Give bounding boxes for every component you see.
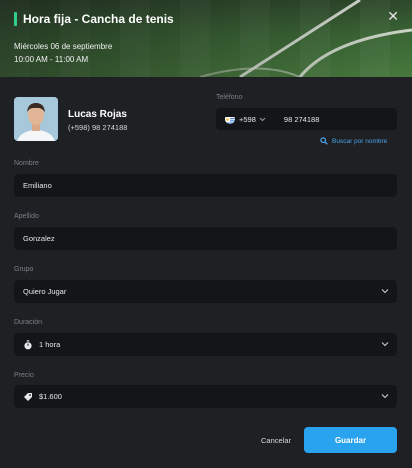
user-phone: (+598) 98 274188	[68, 123, 128, 132]
last-name-value: Gonzalez	[23, 234, 55, 243]
duration-label: Duración	[14, 319, 43, 326]
booking-time: 10:00 AM - 11:00 AM	[14, 55, 89, 64]
avatar-image	[14, 97, 58, 141]
chevron-down-icon	[259, 117, 266, 121]
search-icon	[320, 137, 328, 145]
title-accent-bar	[14, 12, 17, 26]
group-value: Quiero Jugar	[23, 287, 67, 296]
price-label: Precio	[14, 372, 34, 379]
last-name-field[interactable]: Gonzalez	[14, 227, 397, 250]
chevron-down-icon	[381, 342, 389, 347]
avatar	[14, 97, 58, 141]
search-by-name-label: Buscar por nombre	[332, 137, 388, 145]
chevron-down-icon	[381, 289, 389, 294]
chevron-down-icon	[381, 394, 389, 399]
country-code-select[interactable]: +598	[239, 115, 256, 124]
uruguay-flag-icon	[225, 114, 235, 124]
price-select[interactable]: $1.600	[14, 385, 397, 408]
phone-number-input[interactable]: 98 274188	[284, 115, 319, 124]
stopwatch-icon	[23, 339, 33, 350]
duration-select[interactable]: 1 hora	[14, 333, 397, 356]
cancel-button[interactable]: Cancelar	[261, 436, 291, 445]
duration-value: 1 hora	[39, 340, 61, 349]
phone-field[interactable]: +598 98 274188	[216, 108, 397, 130]
save-button[interactable]: Guardar	[304, 427, 397, 453]
price-tag-icon	[23, 392, 33, 402]
modal-title: Hora fija - Cancha de tenis	[23, 12, 174, 26]
user-name: Lucas Rojas	[68, 109, 127, 120]
last-name-label: Apellido	[14, 213, 39, 220]
booking-date: Miércoles 06 de septiembre	[14, 42, 113, 51]
close-icon[interactable]: ✕	[387, 9, 399, 23]
group-label: Grupo	[14, 266, 34, 273]
price-value: $1.600	[39, 392, 62, 401]
first-name-field[interactable]: Emiliano	[14, 174, 397, 197]
search-by-name-link[interactable]: Buscar por nombre	[320, 137, 387, 145]
modal-title-group: Hora fija - Cancha de tenis	[14, 12, 174, 26]
phone-label: Teléfono	[216, 94, 243, 101]
first-name-label: Nombre	[14, 160, 39, 167]
modal-header: Hora fija - Cancha de tenis ✕ Miércoles …	[0, 0, 412, 77]
first-name-value: Emiliano	[23, 181, 52, 190]
booking-modal: Hora fija - Cancha de tenis ✕ Miércoles …	[0, 0, 412, 468]
group-select[interactable]: Quiero Jugar	[14, 280, 397, 303]
